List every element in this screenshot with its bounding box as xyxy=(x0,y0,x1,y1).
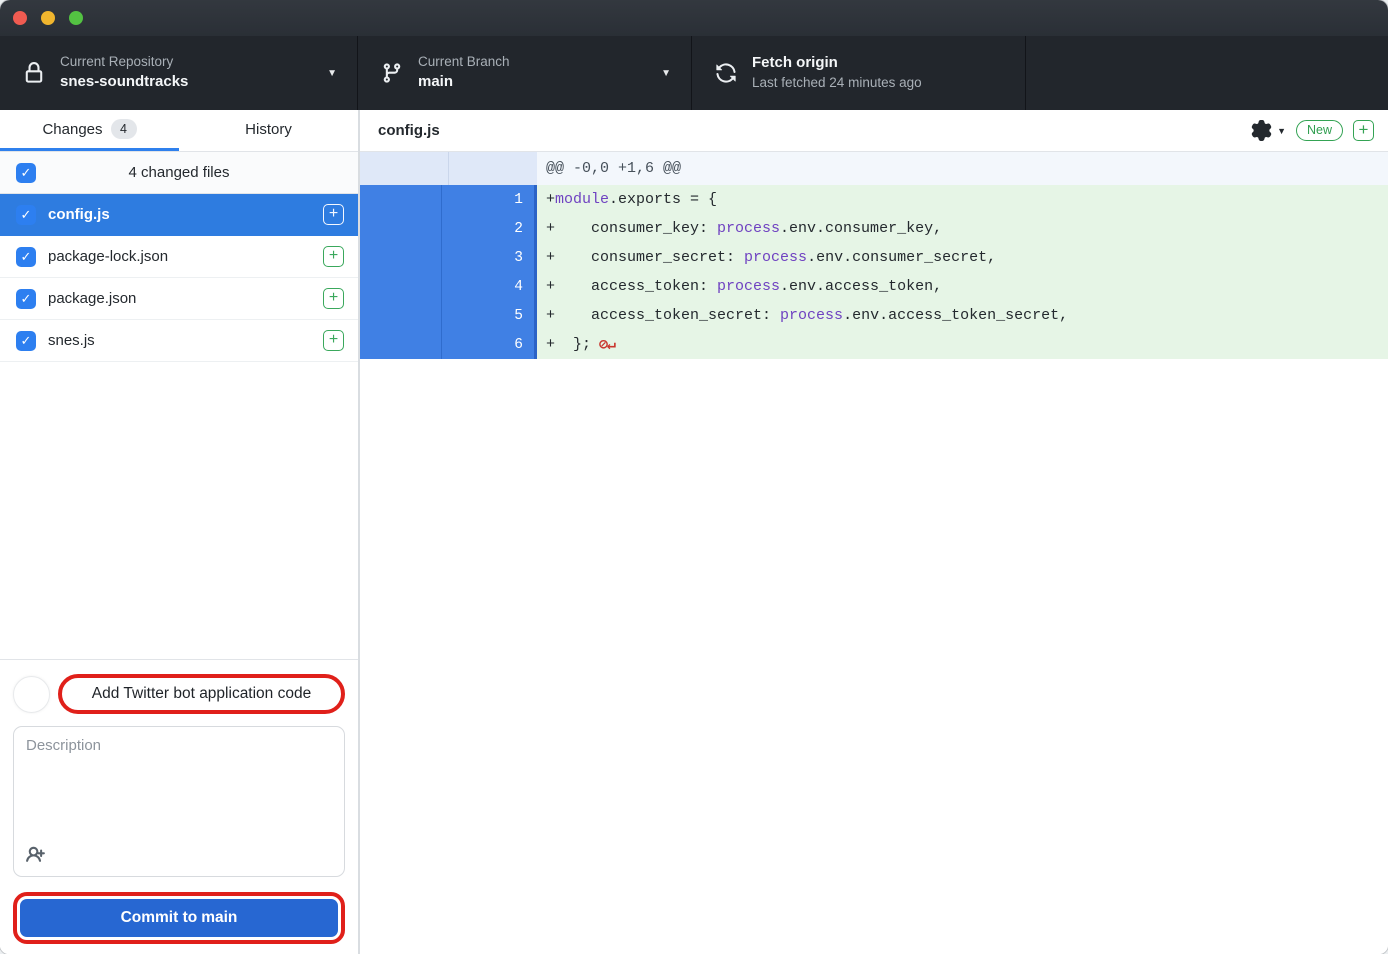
file-action-plus-icon[interactable] xyxy=(323,246,344,267)
current-repository-dropdown[interactable]: Current Repository snes-soundtracks ▼ xyxy=(0,36,358,110)
minimize-window-button[interactable] xyxy=(41,11,55,25)
changed-files-count: 4 changed files xyxy=(36,164,322,181)
diff-pane: config.js ▼ New @@ -0,0 +1,6 @@ xyxy=(360,110,1388,954)
add-file-plus-icon[interactable] xyxy=(1353,120,1374,141)
fetch-status: Last fetched 24 minutes ago xyxy=(752,75,922,92)
diff-code-lines: 1+module.exports = {2+ consumer_key: pro… xyxy=(360,185,1388,359)
tab-changes[interactable]: Changes 4 xyxy=(0,110,179,151)
tab-history-label: History xyxy=(245,121,292,138)
titlebar xyxy=(0,0,1388,36)
new-file-badge: New xyxy=(1296,120,1343,141)
gear-icon xyxy=(1251,120,1272,141)
diff-line: 5+ access_token_secret: process.env.acce… xyxy=(360,301,1388,330)
annotation-commit-button-highlight: Commit to main xyxy=(13,892,345,944)
diff-hunk-gutter xyxy=(360,152,537,185)
close-window-button[interactable] xyxy=(13,11,27,25)
diff-line-number: 2 xyxy=(441,214,534,243)
diff-line: 2+ consumer_key: process.env.consumer_ke… xyxy=(360,214,1388,243)
toolbar-empty-space xyxy=(1026,36,1388,110)
chevron-down-icon: ▼ xyxy=(327,68,337,79)
diff-header: config.js ▼ New xyxy=(360,110,1388,152)
repository-name: snes-soundtracks xyxy=(60,73,188,92)
file-name: package-lock.json xyxy=(48,248,311,265)
changed-files-header: 4 changed files xyxy=(0,152,358,194)
file-row[interactable]: package-lock.json xyxy=(0,236,358,278)
repository-label: Current Repository xyxy=(60,54,188,71)
commit-button-label: Commit to xyxy=(121,909,198,927)
diff-hunk-header: @@ -0,0 +1,6 @@ xyxy=(537,152,1388,185)
changes-count-badge: 4 xyxy=(111,119,137,139)
diff-line-gutter[interactable]: 5 xyxy=(360,301,537,330)
diff-line-gutter[interactable]: 2 xyxy=(360,214,537,243)
diff-line: 3+ consumer_secret: process.env.consumer… xyxy=(360,243,1388,272)
file-row[interactable]: config.js xyxy=(0,194,358,236)
add-coauthor-button[interactable] xyxy=(26,844,52,866)
file-include-checkbox[interactable] xyxy=(16,205,36,225)
file-row[interactable]: snes.js xyxy=(0,320,358,362)
diff-line-code: + consumer_secret: process.env.consumer_… xyxy=(537,243,1388,272)
file-name: snes.js xyxy=(48,332,311,349)
diff-line-gutter[interactable]: 3 xyxy=(360,243,537,272)
diff-line-code: +module.exports = { xyxy=(537,185,1388,214)
file-action-plus-icon[interactable] xyxy=(323,204,344,225)
diff-line-number: 1 xyxy=(441,185,534,214)
fetch-label: Fetch origin xyxy=(752,54,922,73)
file-include-checkbox[interactable] xyxy=(16,331,36,351)
sidebar-empty-space xyxy=(0,362,358,659)
tab-changes-label: Changes xyxy=(42,121,102,138)
diff-line-code: + consumer_key: process.env.consumer_key… xyxy=(537,214,1388,243)
diff-line: 1+module.exports = { xyxy=(360,185,1388,214)
diff-body: @@ -0,0 +1,6 @@ 1+module.exports = {2+ c… xyxy=(360,152,1388,954)
annotation-summary-highlight: Add Twitter bot application code xyxy=(58,674,345,714)
commit-button-branch: main xyxy=(201,909,237,927)
diff-line-code: + access_token: process.env.access_token… xyxy=(537,272,1388,301)
diff-line-number: 6 xyxy=(441,330,534,359)
diff-line-gutter[interactable]: 4 xyxy=(360,272,537,301)
diff-line: 4+ access_token: process.env.access_toke… xyxy=(360,272,1388,301)
file-action-plus-icon[interactable] xyxy=(323,288,344,309)
diff-options-button[interactable]: ▼ xyxy=(1251,120,1286,141)
current-branch-dropdown[interactable]: Current Branch main ▼ xyxy=(358,36,692,110)
diff-line-number: 3 xyxy=(441,243,534,272)
file-list: config.js package-lock.json package.json sn… xyxy=(0,194,358,362)
commit-summary-input[interactable]: Add Twitter bot application code xyxy=(92,685,311,703)
diff-line-code: + access_token_secret: process.env.acces… xyxy=(537,301,1388,330)
commit-summary-row: Add Twitter bot application code xyxy=(13,674,345,714)
diff-line-gutter[interactable]: 1 xyxy=(360,185,537,214)
commit-description-input[interactable] xyxy=(26,737,332,837)
file-include-checkbox[interactable] xyxy=(16,289,36,309)
diff-line-gutter[interactable]: 6 xyxy=(360,330,537,359)
diff-file-title: config.js xyxy=(378,122,440,139)
chevron-down-icon: ▼ xyxy=(1277,126,1286,136)
diff-line-number: 4 xyxy=(441,272,534,301)
toolbar: Current Repository snes-soundtracks ▼ Cu… xyxy=(0,36,1388,110)
tab-history[interactable]: History xyxy=(179,110,358,151)
commit-form: Add Twitter bot application code Commit … xyxy=(0,659,358,954)
sidebar-tabbar: Changes 4 History xyxy=(0,110,358,152)
branch-label: Current Branch xyxy=(418,54,510,71)
diff-line: 6+ }; ⊘↵ xyxy=(360,330,1388,359)
commit-to-branch-button[interactable]: Commit to main xyxy=(20,899,338,937)
fetch-origin-button[interactable]: Fetch origin Last fetched 24 minutes ago xyxy=(692,36,1026,110)
select-all-checkbox[interactable] xyxy=(16,163,36,183)
branch-name: main xyxy=(418,73,510,92)
changes-sidebar: Changes 4 History 4 changed files config… xyxy=(0,110,360,954)
chevron-down-icon: ▼ xyxy=(661,68,671,79)
diff-line-number: 5 xyxy=(441,301,534,330)
sync-refresh-icon xyxy=(714,62,738,84)
git-branch-icon xyxy=(380,62,404,84)
file-action-plus-icon[interactable] xyxy=(323,330,344,351)
file-include-checkbox[interactable] xyxy=(16,247,36,267)
repository-lock-icon xyxy=(22,62,46,84)
commit-description-box xyxy=(13,726,345,877)
diff-hunk-row: @@ -0,0 +1,6 @@ xyxy=(360,152,1388,185)
diff-line-code: + }; ⊘↵ xyxy=(537,330,1388,359)
zoom-window-button[interactable] xyxy=(69,11,83,25)
github-desktop-window: Current Repository snes-soundtracks ▼ Cu… xyxy=(0,0,1388,954)
file-name: package.json xyxy=(48,290,311,307)
avatar xyxy=(13,676,50,713)
file-name: config.js xyxy=(48,206,311,223)
file-row[interactable]: package.json xyxy=(0,278,358,320)
